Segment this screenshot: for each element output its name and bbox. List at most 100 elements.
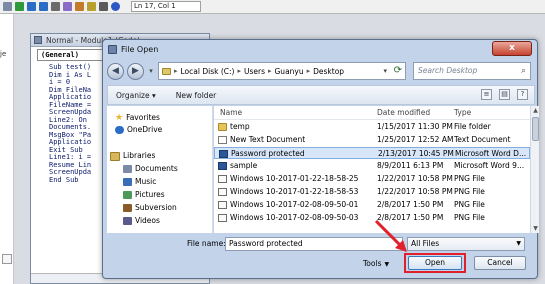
- nav-item-label: Videos: [135, 216, 160, 225]
- file-name: New Text Document: [230, 135, 306, 144]
- reset-icon[interactable]: [39, 2, 48, 11]
- file-date-modified: 2/8/2017 1:50 PM: [377, 213, 444, 222]
- nav-item-pictures[interactable]: Pictures: [123, 189, 165, 201]
- search-input[interactable]: Search Desktop ⌕: [413, 62, 531, 80]
- file-type: Microsoft Word D...: [455, 149, 527, 158]
- project-pane-text: je: [0, 50, 7, 58]
- text-document-icon: [218, 136, 227, 144]
- file-row[interactable]: New Text Document 1/25/2017 12:52 AM Text …: [214, 134, 530, 146]
- file-type: PNG File: [454, 213, 485, 222]
- file-row[interactable]: Windows 10-2017-02-08-09-50-03 2/8/2017 1…: [214, 212, 530, 224]
- folder-icon: [218, 123, 227, 131]
- tools-menu[interactable]: Tools ▼: [363, 258, 389, 271]
- file-date-modified: 1/22/2017 10:58 PM: [377, 187, 453, 196]
- column-headers: ˄ Name Date modified Type: [214, 106, 530, 120]
- change-view-icon[interactable]: ≡: [481, 89, 492, 100]
- file-list: ˄ Name Date modified Type temp 1/15/2017 …: [214, 106, 530, 233]
- videos-icon: [123, 217, 132, 225]
- address-bar[interactable]: ▸ Local Disk (C:) ▸ Users ▸ Guanyu ▸ Des…: [158, 62, 406, 80]
- png-file-icon: [218, 188, 227, 196]
- file-open-dialog: File Open x ◀ ▶ ▾ ▸ Local Disk (C:) ▸ Us…: [102, 39, 539, 279]
- recent-locations-dropdown[interactable]: ▾: [147, 67, 155, 75]
- file-date-modified: 8/9/2011 6:13 PM: [377, 161, 444, 170]
- file-type: PNG File: [454, 187, 485, 196]
- file-row[interactable]: Windows 10-2017-01-22-18-58-53 1/22/2017 …: [214, 186, 530, 198]
- library-icon: [110, 151, 120, 161]
- navigation-row: ◀ ▶ ▾ ▸ Local Disk (C:) ▸ Users ▸ Guanyu…: [107, 59, 535, 83]
- close-button[interactable]: x: [492, 41, 532, 56]
- scroll-down-icon[interactable]: ▼: [531, 224, 540, 233]
- navigation-pane: ★ Favorites OneDrive Libraries Documents…: [107, 106, 213, 233]
- preview-pane-icon[interactable]: ▤: [499, 89, 510, 100]
- nav-item-onedrive[interactable]: OneDrive: [115, 124, 162, 136]
- module-icon: [34, 36, 42, 44]
- chevron-down-icon[interactable]: ▾: [383, 63, 387, 79]
- file-date-modified: 1/25/2017 12:52 AM: [377, 135, 454, 144]
- scroll-up-icon[interactable]: ▲: [531, 106, 540, 115]
- nav-item-music[interactable]: Music: [123, 176, 156, 188]
- column-header-name[interactable]: Name: [220, 106, 242, 120]
- png-file-icon: [218, 214, 227, 222]
- file-type: PNG File: [454, 174, 485, 183]
- file-row[interactable]: Windows 10-2017-02-08-09-50-01 2/8/2017 1…: [214, 199, 530, 211]
- file-row[interactable]: Password protected 2/13/2017 10:45 PM Micr…: [214, 147, 530, 159]
- nav-item-libraries[interactable]: Libraries: [110, 150, 155, 162]
- help-icon[interactable]: ?: [517, 89, 528, 100]
- tools-label: Tools: [363, 259, 382, 268]
- view-buttons: ≡ ▤ ?: [481, 89, 528, 100]
- project-explorer-icon[interactable]: [63, 2, 72, 11]
- file-type: Microsoft Word 9...: [454, 161, 525, 170]
- properties-icon[interactable]: [75, 2, 84, 11]
- project-pane-scroll[interactable]: [2, 254, 12, 264]
- file-row[interactable]: Windows 10-2017-01-22-18-58-25 1/22/2017 …: [214, 173, 530, 185]
- breadcrumb-desktop[interactable]: Desktop: [313, 67, 344, 76]
- cloud-icon: [115, 126, 124, 134]
- file-type-value: All Files: [411, 239, 440, 248]
- save-icon[interactable]: [3, 2, 12, 11]
- nav-item-documents[interactable]: Documents: [123, 163, 178, 175]
- search-placeholder: Search Desktop: [418, 66, 478, 75]
- design-mode-icon[interactable]: [51, 2, 60, 11]
- file-name: Windows 10-2017-01-22-18-58-25: [230, 174, 359, 183]
- file-row[interactable]: temp 1/15/2017 11:30 PM File folder: [214, 121, 530, 133]
- pictures-icon: [123, 191, 132, 199]
- file-list-scrollbar[interactable]: ▲ ▼: [530, 106, 539, 233]
- vba-toolbar: Ln 17, Col 1: [0, 0, 545, 14]
- toolbox-icon[interactable]: [99, 2, 108, 11]
- object-browser-icon[interactable]: [87, 2, 96, 11]
- open-button[interactable]: Open: [408, 256, 462, 270]
- organize-menu[interactable]: Organize ▾: [116, 91, 156, 100]
- file-name-field[interactable]: Password protected: [225, 237, 403, 251]
- breadcrumb-local-disk[interactable]: Local Disk (C:): [181, 67, 235, 76]
- refresh-icon[interactable]: ⟳: [394, 63, 402, 79]
- file-date-modified: 1/15/2017 11:30 PM: [377, 122, 453, 131]
- run-icon[interactable]: [15, 2, 24, 11]
- chevron-down-icon: ▼: [516, 240, 521, 247]
- help-icon[interactable]: [111, 2, 120, 11]
- png-file-icon: [218, 201, 227, 209]
- column-header-date-modified[interactable]: Date modified: [377, 106, 430, 120]
- file-name: Windows 10-2017-02-08-09-50-01: [230, 200, 359, 209]
- column-header-type[interactable]: Type: [454, 106, 471, 120]
- file-date-modified: 2/13/2017 10:45 PM: [378, 149, 454, 158]
- music-icon: [123, 178, 132, 186]
- nav-item-subversion[interactable]: Subversion: [123, 202, 177, 214]
- file-row[interactable]: sample 8/9/2011 6:13 PM Microsoft Word 9..…: [214, 160, 530, 172]
- documents-icon: [123, 165, 132, 173]
- cancel-button[interactable]: Cancel: [474, 256, 526, 270]
- breadcrumb-guanyu[interactable]: Guanyu: [275, 67, 304, 76]
- back-button[interactable]: ◀: [107, 62, 124, 80]
- scroll-thumb[interactable]: [532, 117, 539, 141]
- file-name: Windows 10-2017-01-22-18-58-53: [230, 187, 359, 196]
- breadcrumb-users[interactable]: Users: [244, 67, 265, 76]
- break-icon[interactable]: [27, 2, 36, 11]
- new-folder-button[interactable]: New folder: [176, 91, 217, 100]
- nav-item-label: OneDrive: [127, 125, 163, 134]
- nav-item-favorites[interactable]: ★ Favorites: [115, 112, 160, 124]
- file-date-modified: 2/8/2017 1:50 PM: [377, 200, 444, 209]
- file-type-select[interactable]: All Files ▼: [407, 237, 525, 251]
- nav-item-videos[interactable]: Videos: [123, 215, 160, 227]
- file-name: sample: [230, 161, 258, 170]
- forward-button[interactable]: ▶: [127, 62, 144, 80]
- file-date-modified: 1/22/2017 10:58 PM: [377, 174, 453, 183]
